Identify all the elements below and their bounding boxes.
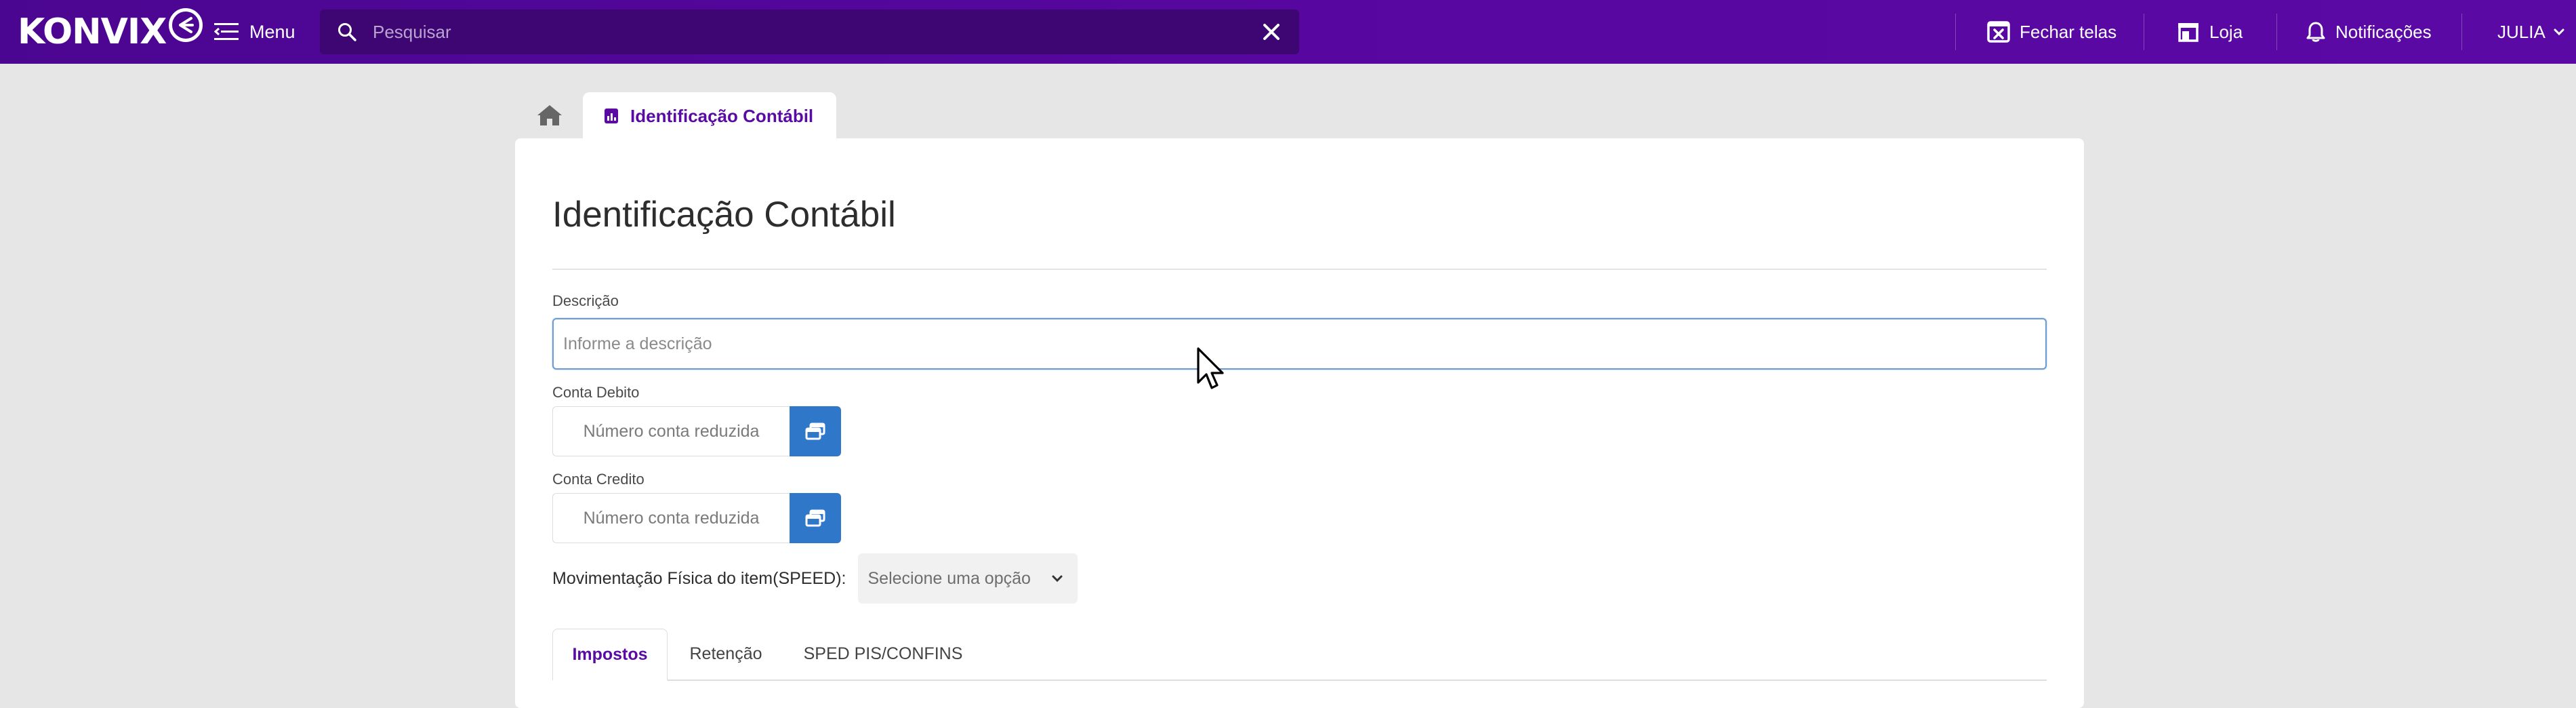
home-tab[interactable] [522, 92, 577, 138]
tab-label: SPED PIS/CONFINS [803, 644, 963, 663]
menu-label: Menu [249, 21, 295, 42]
tab-sped-pis-confins[interactable]: SPED PIS/CONFINS [784, 629, 982, 680]
tab-identificacao-contabil[interactable]: Identificação Contábil [583, 92, 836, 140]
description-label: Descrição [552, 292, 619, 309]
credit-account-label: Conta Credito [552, 471, 645, 488]
mouse-cursor-icon [1197, 347, 1224, 389]
form-card: Identificação Contábil Descrição Conta D… [515, 138, 2084, 708]
debit-account-input[interactable] [552, 406, 790, 456]
home-icon [537, 105, 562, 125]
chevron-down-icon [2554, 28, 2564, 36]
credit-account-search-button[interactable] [790, 493, 841, 543]
search-bar [320, 9, 1299, 54]
divider [1955, 14, 1956, 50]
tab-label: Impostos [572, 644, 648, 664]
notifications-label: Notificações [2335, 21, 2432, 42]
windows-icon [805, 422, 825, 440]
debit-account-label: Conta Debito [552, 384, 640, 401]
description-input[interactable] [552, 318, 2047, 370]
section-tabs: Impostos Retenção SPED PIS/CONFINS [552, 629, 2047, 681]
speed-select[interactable]: Selecione uma opção [858, 553, 1078, 604]
page-title: Identificação Contábil [552, 195, 896, 235]
close-screens-button[interactable]: Fechar telas [1987, 0, 2117, 64]
tab-label: Identificação Contábil [630, 105, 814, 126]
bell-icon [2306, 22, 2325, 42]
user-menu[interactable]: JULIA [2497, 0, 2564, 64]
user-name: JULIA [2497, 21, 2546, 42]
notifications-button[interactable]: Notificações [2306, 0, 2432, 64]
store-icon [2178, 23, 2199, 42]
close-window-icon [1987, 21, 2010, 43]
search-input[interactable] [371, 20, 1242, 43]
speed-label: Movimentação Física do item(SPEED): [552, 568, 846, 588]
debit-account-group [552, 406, 841, 456]
credit-account-group [552, 493, 841, 543]
chart-icon [605, 109, 618, 123]
top-bar: KONVIX Menu Fechar telas [0, 0, 2576, 64]
search-icon [338, 23, 356, 41]
tab-retencao[interactable]: Retenção [668, 629, 784, 680]
tab-impostos[interactable]: Impostos [552, 629, 668, 681]
speed-row: Movimentação Física do item(SPEED): Sele… [552, 553, 1078, 604]
title-divider [552, 269, 2047, 270]
menu-icon [214, 23, 239, 40]
credit-account-input[interactable] [552, 493, 790, 543]
windows-icon [805, 509, 825, 527]
divider [2461, 14, 2462, 50]
close-screens-label: Fechar telas [2020, 21, 2117, 42]
logo-text: KONVIX [18, 12, 167, 52]
store-label: Loja [2209, 21, 2243, 42]
clear-search-icon[interactable] [1261, 22, 1282, 42]
konvix-logo[interactable]: KONVIX [18, 8, 203, 54]
speed-selected-value: Selecione uma opção [867, 568, 1031, 588]
tab-label: Retenção [689, 644, 762, 663]
menu-button[interactable]: Menu [214, 16, 295, 47]
chevron-down-icon [1052, 575, 1063, 583]
debit-account-search-button[interactable] [790, 406, 841, 456]
divider [2276, 14, 2277, 50]
logo-arrow-icon [169, 8, 203, 42]
store-button[interactable]: Loja [2177, 0, 2243, 64]
